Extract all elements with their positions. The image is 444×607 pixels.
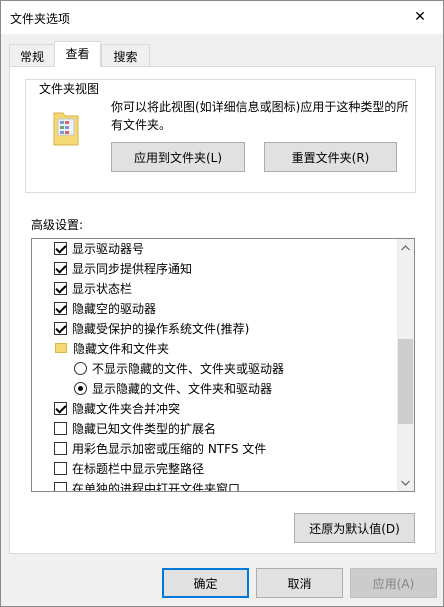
title-bar: 文件夹选项 ✕ — [1, 1, 443, 34]
scroll-thumb[interactable] — [398, 339, 413, 424]
list-item-label: 在单独的进程中打开文件夹窗口 — [72, 481, 241, 492]
tab-label: 常规 — [19, 50, 44, 64]
folder-views-description: 你可以将此视图(如详细信息或图标)应用于这种类型的所有文件夹。 — [111, 100, 409, 132]
list-item-label: 隐藏受保护的操作系统文件(推荐) — [72, 321, 250, 336]
list-item-label: 不显示隐藏的文件、文件夹或驱动器 — [92, 361, 285, 376]
ok-button[interactable]: 确定 — [162, 568, 249, 598]
tab-general[interactable]: 常规 — [9, 44, 55, 66]
radio-button[interactable] — [74, 361, 87, 375]
list-item[interactable]: 显示驱动器号 — [32, 239, 398, 258]
close-button[interactable]: ✕ — [397, 1, 443, 33]
window-title: 文件夹选项 — [10, 12, 71, 26]
vertical-scrollbar[interactable] — [397, 239, 414, 491]
list-item-label: 显示隐藏的文件、文件夹和驱动器 — [92, 381, 273, 396]
list-item[interactable]: 显示状态栏 — [32, 278, 398, 298]
checkbox[interactable] — [54, 481, 67, 491]
advanced-settings-label: 高级设置: — [31, 218, 84, 232]
list-item: 隐藏文件和文件夹 — [32, 338, 398, 358]
checkbox[interactable] — [54, 241, 67, 255]
tab-label: 搜索 — [113, 50, 138, 64]
folder-icon — [53, 107, 79, 147]
close-icon: ✕ — [414, 9, 426, 25]
restore-defaults-button[interactable]: 还原为默认值(D) — [294, 513, 415, 543]
list-item[interactable]: 隐藏文件夹合并冲突 — [32, 398, 398, 418]
list-item-label: 显示驱动器号 — [72, 241, 145, 256]
checkbox[interactable] — [54, 461, 67, 475]
list-item-label: 在标题栏中显示完整路径 — [72, 461, 205, 476]
group-title: 文件夹视图 — [37, 80, 102, 97]
scroll-up-button[interactable] — [397, 239, 414, 256]
list-item-label: 隐藏文件和文件夹 — [73, 341, 170, 356]
list-item[interactable]: 显示同步提供程序通知 — [32, 258, 398, 278]
checkbox[interactable] — [54, 281, 67, 295]
list-item-label: 显示状态栏 — [72, 281, 133, 296]
list-item[interactable]: 显示隐藏的文件、文件夹和驱动器 — [32, 378, 398, 398]
checkbox[interactable] — [54, 441, 67, 455]
list-item[interactable]: 隐藏空的驱动器 — [32, 298, 398, 318]
list-item-label: 显示同步提供程序通知 — [72, 261, 193, 276]
tab-search[interactable]: 搜索 — [101, 44, 150, 66]
list-item-label: 用彩色显示加密或压缩的 NTFS 文件 — [72, 441, 267, 456]
reset-folders-button[interactable]: 重置文件夹(R) — [264, 142, 397, 172]
list-item[interactable]: 不显示隐藏的文件、文件夹或驱动器 — [32, 358, 398, 378]
tab-label: 查看 — [65, 47, 90, 61]
list-item[interactable]: 用彩色显示加密或压缩的 NTFS 文件 — [32, 438, 398, 458]
tab-view[interactable]: 查看 — [54, 41, 101, 67]
checkbox[interactable] — [54, 261, 67, 275]
checkbox[interactable] — [54, 301, 67, 315]
apply-to-folders-button[interactable]: 应用到文件夹(L) — [111, 142, 245, 172]
apply-button: 应用(A) — [350, 568, 437, 598]
list-item-label: 隐藏空的驱动器 — [72, 301, 157, 316]
folder-options-dialog: 文件夹选项 ✕ 常规 查看 搜索 文件夹视图 你可以将此视图(如详细信息或图标) — [0, 0, 444, 607]
chevron-up-icon — [401, 244, 410, 250]
chevron-down-icon — [401, 480, 410, 486]
scroll-down-button[interactable] — [397, 474, 414, 491]
folder-icon — [55, 343, 67, 353]
list-item[interactable]: 在标题栏中显示完整路径 — [32, 458, 398, 478]
checkbox[interactable] — [54, 401, 67, 415]
cancel-button[interactable]: 取消 — [256, 568, 343, 598]
list-item[interactable]: 在单独的进程中打开文件夹窗口 — [32, 478, 398, 491]
list-item[interactable]: 隐藏已知文件类型的扩展名 — [32, 418, 398, 438]
advanced-settings-items: 显示驱动器号 显示同步提供程序通知 显示状态栏 隐藏空的驱动器 隐藏受保护的操作… — [32, 239, 398, 491]
list-item[interactable]: 隐藏受保护的操作系统文件(推荐) — [32, 318, 398, 338]
list-item-label: 隐藏文件夹合并冲突 — [72, 401, 181, 416]
checkbox[interactable] — [54, 421, 67, 435]
checkbox[interactable] — [54, 321, 67, 335]
radio-button[interactable] — [74, 381, 87, 395]
advanced-settings-list[interactable]: 显示驱动器号 显示同步提供程序通知 显示状态栏 隐藏空的驱动器 隐藏受保护的操作… — [31, 238, 415, 492]
list-item-label: 隐藏已知文件类型的扩展名 — [72, 421, 217, 436]
